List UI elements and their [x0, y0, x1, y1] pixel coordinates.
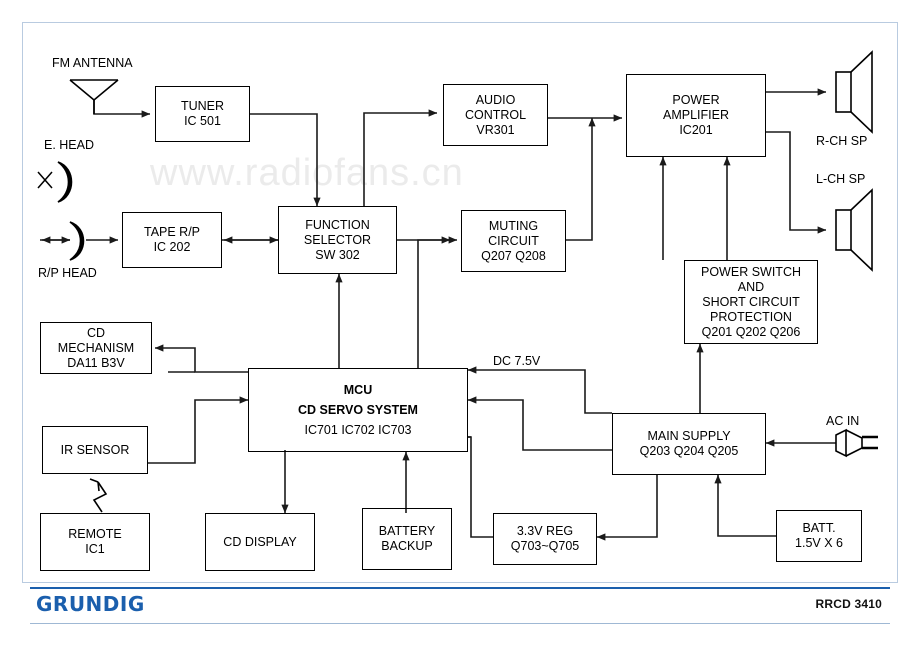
main-supply-line-1: MAIN SUPPLY [647, 429, 731, 443]
block-power-switch-protection[interactable]: POWER SWITCH AND SHORT CIRCUIT PROTECTIO… [684, 260, 818, 344]
batt-line-2: 1.5V X 6 [795, 536, 843, 550]
power-switch-line-2: AND [737, 279, 765, 294]
footer-bar: GRUNDIG RRCD 3410 [22, 582, 898, 628]
audio-control-line-1: AUDIO [475, 92, 516, 107]
block-muting-circuit[interactable]: MUTING CIRCUIT Q207 Q208 [461, 210, 566, 272]
block-tuner[interactable]: TUNER IC 501 [155, 86, 250, 142]
audio-control-line-3: VR301 [476, 122, 515, 137]
function-selector-line-3: SW 302 [315, 247, 360, 262]
tuner-line-1: TUNER [180, 99, 225, 113]
power-amp-line-2: AMPLIFIER [663, 108, 729, 122]
label-r-ch-sp: R-CH SP [816, 134, 868, 148]
watermark-text: www.radiofans.cn [150, 152, 464, 194]
reg-line-1: 3.3V REG [516, 524, 574, 538]
audio-control-line-2: CONTROL [464, 107, 527, 122]
battery-backup-line-2: BACKUP [381, 539, 433, 553]
muting-line-3: Q207 Q208 [481, 248, 546, 263]
tape-rp-line-1: TAPE R/P [143, 225, 201, 239]
block-cd-display[interactable]: CD DISPLAY [205, 513, 315, 571]
cd-display-line-1: CD DISPLAY [223, 534, 297, 549]
power-amp-line-3: IC201 [679, 123, 713, 137]
block-tape-rp[interactable]: TAPE R/P IC 202 [122, 212, 222, 268]
remote-line-2: IC1 [85, 542, 105, 556]
muting-line-2: CIRCUIT [488, 233, 539, 248]
block-remote[interactable]: REMOTE IC1 [40, 513, 150, 571]
function-selector-line-2: SELECTOR [303, 232, 372, 247]
block-diagram-page: www.radiofans.cn FM ANTENNA E. HEAD R/P … [0, 0, 920, 651]
mcu-line-3: IC701 IC702 IC703 [304, 423, 412, 437]
block-power-amplifier[interactable]: POWER AMPLIFIER IC201 [626, 74, 766, 157]
reg-line-2: Q703~Q705 [510, 539, 580, 553]
footer-bottom-rule [30, 623, 890, 624]
label-fm-antenna: FM ANTENNA [52, 56, 133, 70]
muting-line-1: MUTING [488, 218, 539, 233]
block-audio-control[interactable]: AUDIO CONTROL VR301 [443, 84, 548, 146]
tape-rp-line-2: IC 202 [153, 240, 191, 254]
block-cd-mechanism[interactable]: CD MECHANISM DA11 B3V [40, 322, 152, 374]
cd-mech-line-3: DA11 B3V [67, 355, 125, 370]
label-rp-head: R/P HEAD [38, 266, 97, 280]
main-supply-line-2: Q203 Q204 Q205 [639, 444, 739, 458]
footer-top-rule [30, 587, 890, 589]
battery-backup-line-1: BATTERY [378, 524, 436, 538]
grundig-logo: GRUNDIG [36, 592, 145, 616]
mcu-line-1: MCU [343, 383, 373, 397]
block-ir-sensor[interactable]: IR SENSOR [42, 426, 148, 474]
power-amp-line-1: POWER [672, 93, 720, 107]
power-switch-line-4: PROTECTION [710, 309, 792, 324]
model-number: RRCD 3410 [815, 597, 882, 611]
remote-line-1: REMOTE [68, 527, 122, 541]
block-main-supply[interactable]: MAIN SUPPLY Q203 Q204 Q205 [612, 413, 766, 475]
label-ac-in: AC IN [826, 414, 860, 428]
block-33v-reg[interactable]: 3.3V REG Q703~Q705 [493, 513, 597, 565]
power-switch-line-1: POWER SWITCH [701, 264, 801, 279]
block-mcu-cd-servo[interactable]: MCU CD SERVO SYSTEM IC701 IC702 IC703 [248, 368, 468, 452]
function-selector-line-1: FUNCTION [305, 217, 370, 232]
tuner-line-2: IC 501 [184, 114, 221, 128]
power-switch-line-3: SHORT CIRCUIT [702, 294, 800, 309]
power-switch-line-5: Q201 Q202 Q206 [701, 324, 801, 339]
block-batt[interactable]: BATT. 1.5V X 6 [776, 510, 862, 562]
cd-mech-line-2: MECHANISM [57, 340, 135, 355]
block-battery-backup[interactable]: BATTERY BACKUP [362, 508, 452, 570]
block-function-selector[interactable]: FUNCTION SELECTOR SW 302 [278, 206, 397, 274]
label-dc-7-5v: DC 7.5V [493, 354, 541, 368]
label-l-ch-sp: L-CH SP [816, 172, 866, 186]
mcu-line-2: CD SERVO SYSTEM [298, 403, 418, 417]
ir-sensor-line-1: IR SENSOR [60, 442, 130, 457]
cd-mech-line-1: CD [86, 325, 106, 340]
label-e-head: E. HEAD [44, 138, 95, 152]
batt-line-1: BATT. [802, 521, 836, 535]
